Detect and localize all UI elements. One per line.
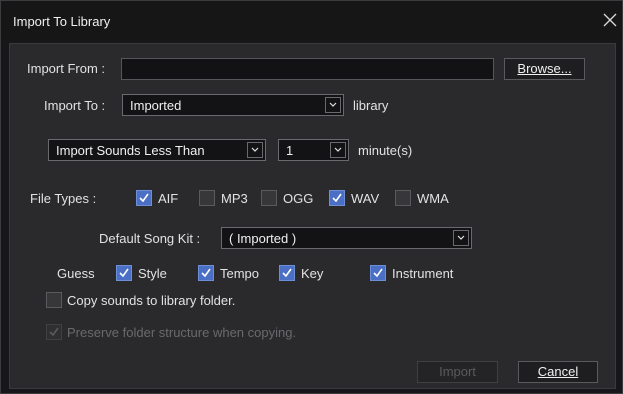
import-from-label: Import From : <box>27 61 106 76</box>
cancel-button[interactable]: Cancel <box>518 361 598 383</box>
import-from-path-field[interactable] <box>121 58 494 80</box>
default-song-kit-label: Default Song Kit : <box>99 231 201 246</box>
song-kit-select[interactable]: ( Imported ) <box>221 227 472 249</box>
chevron-down-icon[interactable] <box>330 142 346 158</box>
cancel-button-label: Cancel <box>537 364 579 379</box>
style-label: Style <box>138 266 167 281</box>
minutes-select[interactable]: 1 <box>278 139 349 161</box>
ogg-label: OGG <box>283 191 314 206</box>
preserve-structure-checkbox[interactable] <box>46 324 62 340</box>
import-button[interactable]: Import <box>417 361 498 383</box>
tempo-label: Tempo <box>220 266 260 281</box>
key-checkbox[interactable] <box>279 265 295 281</box>
ogg-checkbox[interactable] <box>261 190 277 206</box>
mp3-label: MP3 <box>221 191 248 206</box>
library-suffix-label: library <box>353 98 389 113</box>
guess-label: Guess <box>57 266 95 281</box>
chevron-down-icon[interactable] <box>325 97 341 113</box>
wav-checkbox[interactable] <box>329 190 345 206</box>
wav-label: WAV <box>351 191 380 206</box>
song-kit-selected: ( Imported ) <box>229 231 297 246</box>
import-to-library-dialog: Import To Library Import From : Browse..… <box>0 0 623 394</box>
aif-label: AIF <box>158 191 179 206</box>
title-bar: Import To Library <box>1 1 622 41</box>
wma-checkbox[interactable] <box>395 190 411 206</box>
dialog-body: Import From : Browse... Import To : Impo… <box>9 43 616 389</box>
chevron-down-icon[interactable] <box>453 230 469 246</box>
aif-checkbox[interactable] <box>136 190 152 206</box>
import-mode-selected: Import Sounds Less Than <box>56 143 205 158</box>
import-mode-select[interactable]: Import Sounds Less Than <box>48 139 266 161</box>
browse-button[interactable]: Browse... <box>504 58 585 80</box>
minutes-unit-label: minute(s) <box>358 143 413 158</box>
import-button-label: Import <box>439 364 476 379</box>
import-to-selected: Imported <box>130 98 182 113</box>
close-icon[interactable] <box>600 10 620 30</box>
mp3-checkbox[interactable] <box>199 190 215 206</box>
preserve-structure-label: Preserve folder structure when copying. <box>67 325 297 340</box>
dialog-title: Import To Library <box>13 14 111 29</box>
import-to-label: Import To : <box>44 98 106 113</box>
import-to-select[interactable]: Imported <box>122 94 344 116</box>
style-checkbox[interactable] <box>116 265 132 281</box>
instrument-label: Instrument <box>392 266 454 281</box>
wma-label: WMA <box>417 191 449 206</box>
copy-sounds-checkbox[interactable] <box>46 292 62 308</box>
key-label: Key <box>301 266 324 281</box>
minutes-selected: 1 <box>286 143 294 158</box>
instrument-checkbox[interactable] <box>370 265 386 281</box>
browse-button-label: Browse... <box>517 61 572 76</box>
file-types-label: File Types : <box>30 191 97 206</box>
copy-sounds-label: Copy sounds to library folder. <box>67 293 236 308</box>
tempo-checkbox[interactable] <box>198 265 214 281</box>
chevron-down-icon[interactable] <box>247 142 263 158</box>
